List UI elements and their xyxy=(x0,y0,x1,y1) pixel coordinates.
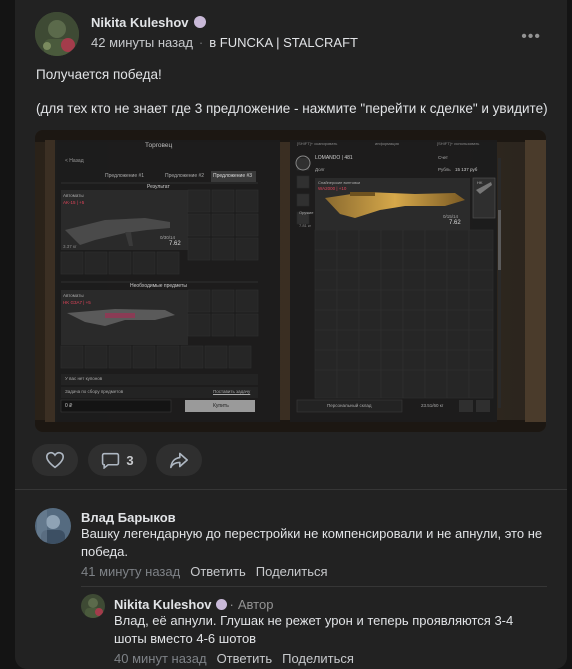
reply-button[interactable]: Ответить xyxy=(217,651,273,666)
hint-scan: [SHIFT]+ сканировать xyxy=(297,141,338,146)
trader-title: Торговец xyxy=(145,142,173,149)
post-header: Nikita Kuleshov 42 минуты назад · в FUNCKA… xyxy=(35,12,535,56)
reply-author[interactable]: Nikita Kuleshov xyxy=(114,597,212,612)
weapon-caliber: 7.62 xyxy=(169,241,181,247)
comment-author[interactable]: Влад Барыков xyxy=(81,510,176,525)
post-text-line1: Получается победа! xyxy=(36,67,162,82)
heart-icon xyxy=(45,451,65,469)
task-link[interactable]: Поставить задачу xyxy=(213,389,250,394)
post-text-line2: (для тех кто не знает где 3 предложение … xyxy=(36,101,548,116)
comment-divider xyxy=(81,586,547,587)
rubles-label: Рубль xyxy=(438,167,451,172)
reply-button[interactable]: Ответить xyxy=(190,564,246,579)
needed-category: Автоматы xyxy=(63,293,84,298)
post-card: Nikita Kuleshov 42 минуты назад · в FUNCKA… xyxy=(15,0,567,669)
comment-time[interactable]: 41 минуту назад xyxy=(81,564,180,579)
tab-offer-3[interactable]: Предложение #3 xyxy=(213,173,252,179)
share-icon xyxy=(170,452,188,469)
needed-items-label: Необходимые предметы xyxy=(130,283,187,289)
post-meta: 42 минуты назад · в FUNCKA | STALCRAFT xyxy=(91,35,358,50)
reply-author-line: Nikita Kuleshov · Автор xyxy=(114,597,273,612)
comment-text: Вашку легендарную до перестройки не комп… xyxy=(81,526,543,559)
weapon-category: Автоматы xyxy=(63,193,84,198)
commenter-avatar-reply[interactable] xyxy=(81,594,105,618)
commenter-avatar[interactable] xyxy=(35,508,71,544)
result-label: Результат xyxy=(147,184,170,190)
post-group[interactable]: в FUNCKA | STALCRAFT xyxy=(209,35,358,50)
inv-item-stats: 0/15/14 xyxy=(443,214,459,219)
inv-item-caliber: 7.62 xyxy=(449,220,461,226)
share-comment-button[interactable]: Поделиться xyxy=(256,564,328,579)
hint-use: [SHIFT]+ использовать xyxy=(437,141,480,146)
comment-meta: 41 минуту назад Ответить Поделиться xyxy=(81,564,328,579)
coupons-text: У вас нет купонов xyxy=(65,376,103,381)
reply-time[interactable]: 40 минут назад xyxy=(114,651,207,666)
needed-weapon-name: HK G3A7 | +5 xyxy=(63,300,91,305)
tab-offer-2[interactable]: Предложение #2 xyxy=(165,173,204,179)
post-author[interactable]: Nikita Kuleshov xyxy=(91,15,206,30)
weapon-stats: 0/30/14 xyxy=(160,235,176,240)
rubles-amount: 15 137 руб xyxy=(455,167,478,172)
inv-weapon-label: Оружие xyxy=(299,210,314,215)
player-name: LOMANDO | 481 xyxy=(315,155,353,161)
meta-dot: · xyxy=(198,35,204,50)
reply-text: Влад, её апнули. Глушак не режет урон и … xyxy=(114,613,514,646)
comment-1: Влад Барыков Вашку легендарную до перест… xyxy=(35,508,555,583)
hint-info: информация xyxy=(375,141,399,146)
rank-label: Счет xyxy=(438,155,448,160)
weapon-name: AK-15 | +5 xyxy=(63,200,85,205)
inv-item-name: WA2000 | +10 xyxy=(318,186,347,191)
comments-divider xyxy=(15,489,567,490)
post-time[interactable]: 42 минуты назад xyxy=(91,35,193,50)
like-button[interactable] xyxy=(32,444,78,476)
bulb-icon xyxy=(215,599,227,610)
weapon-weight: 3.37 кг xyxy=(63,244,77,249)
post-screenshot[interactable]: Торговец < Назад Предложение #1 Предложе… xyxy=(35,130,546,432)
more-options-button[interactable]: ••• xyxy=(521,28,541,46)
trader-back-link[interactable]: < Назад xyxy=(65,158,84,164)
price-field[interactable]: 0 ₽ xyxy=(65,403,72,409)
share-button[interactable] xyxy=(156,444,202,476)
share-comment-button[interactable]: Поделиться xyxy=(282,651,354,666)
inv-slot-tag: HK xyxy=(477,180,483,185)
inv-item-category: Снайперские винтовки xyxy=(318,180,361,185)
post-text: Получается победа! (для тех кто не знает… xyxy=(36,66,556,117)
author-separator: · xyxy=(229,597,234,612)
comment-count: 3 xyxy=(126,452,134,468)
player-faction: Долг xyxy=(315,167,325,172)
inv-weight: 7.81 кг xyxy=(299,223,312,228)
bulb-icon xyxy=(193,16,206,28)
task-label: Задача по сбору предметов xyxy=(65,389,124,394)
buy-button[interactable]: Купить xyxy=(213,403,229,409)
comment-icon xyxy=(102,452,120,469)
personal-storage-button[interactable]: Персональный склад xyxy=(327,403,372,408)
storage-capacity: 23.51/60 кг xyxy=(421,403,444,408)
tab-offer-1[interactable]: Предложение #1 xyxy=(105,173,144,179)
comment-button[interactable]: 3 xyxy=(88,444,147,476)
author-badge: Автор xyxy=(237,597,274,612)
reply-meta: 40 минут назад Ответить Поделиться xyxy=(114,651,354,666)
comment-2: Nikita Kuleshov · Автор Влад, её апнули. Г… xyxy=(81,594,551,669)
author-avatar[interactable] xyxy=(35,12,79,56)
